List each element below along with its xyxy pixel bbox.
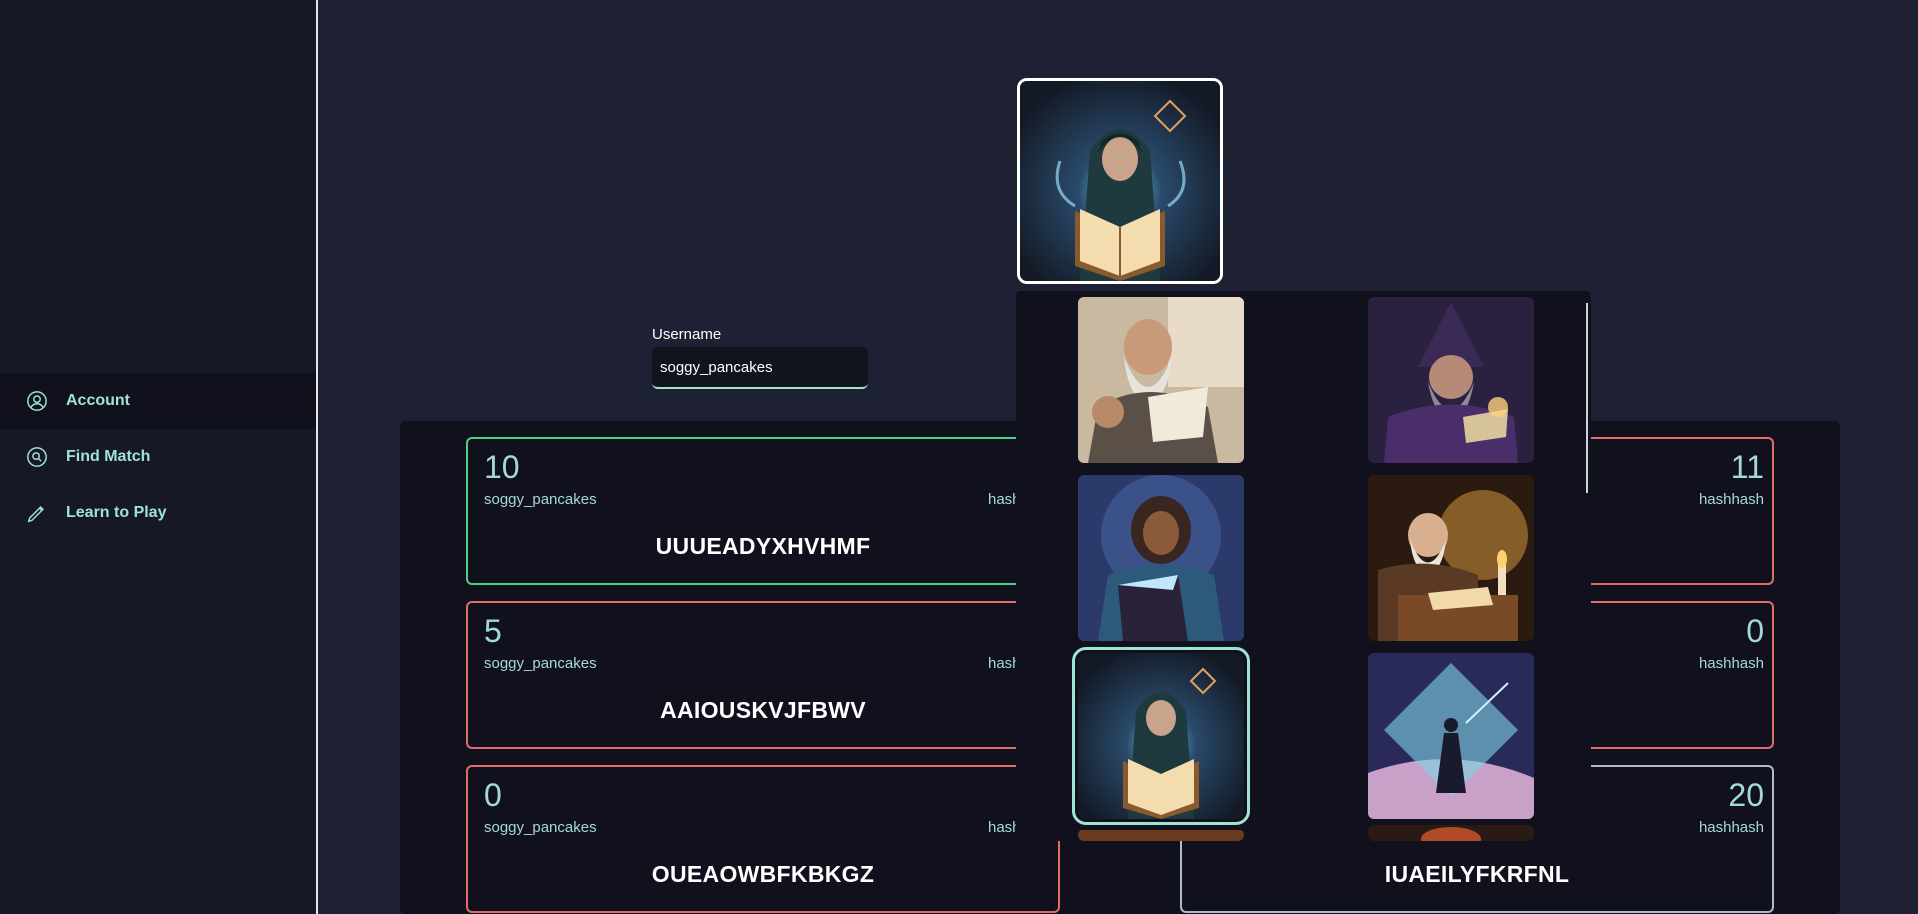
woman-reading-glowing-book-image <box>1078 475 1244 641</box>
avatar-option-partial[interactable] <box>1078 829 1244 841</box>
sidebar-item-label: Find Match <box>66 448 151 465</box>
match-word: OUEAOWBFKBKGZ <box>651 861 875 887</box>
avatar-picker[interactable] <box>1016 291 1591 841</box>
sidebar: Account Find Match Learn to Play <box>0 0 318 914</box>
avatar-option-woman-reader[interactable] <box>1078 475 1244 641</box>
dwarf-reading-scroll-image <box>1078 297 1244 463</box>
sidebar-item-find-match[interactable]: Find Match <box>0 429 316 485</box>
opponent-score: 20 <box>1728 777 1764 813</box>
avatar-option-hooded-mage[interactable] <box>1072 647 1250 825</box>
wizard-reading-book-image <box>1368 297 1534 463</box>
avatar-option-scribe[interactable] <box>1368 475 1534 641</box>
old-man-writing-candlelight-image <box>1368 475 1534 641</box>
player-score: 5 <box>484 613 502 649</box>
opponent-name: hashhash <box>1698 655 1764 672</box>
picker-scrollbar[interactable] <box>1586 303 1588 493</box>
match-word: UUUEADYXHVHMF <box>655 533 871 559</box>
profile-avatar[interactable] <box>1017 78 1223 284</box>
pencil-icon <box>27 506 44 523</box>
username-label: Username <box>652 326 722 343</box>
search-circle-icon <box>27 447 47 467</box>
match-card: 10 soggy_pancakes hash UUUEADYXHVHMF <box>466 437 1060 585</box>
avatar-option-wanderer[interactable] <box>1368 653 1534 819</box>
sidebar-item-learn-to-play[interactable]: Learn to Play <box>0 485 316 541</box>
wanderer-crystal-sky-image <box>1368 653 1534 819</box>
sidebar-item-label: Learn to Play <box>66 504 167 521</box>
player-score: 10 <box>484 449 520 485</box>
sidebar-item-label: Account <box>66 392 130 409</box>
player-name: soggy_pancakes <box>484 819 597 836</box>
hooded-mage-glowing-book-image <box>1078 653 1244 819</box>
match-card: 0 soggy_pancakes hash OUEAOWBFKBKGZ <box>466 765 1060 913</box>
partial-avatar-image <box>1078 830 1244 841</box>
opponent-name: hashhash <box>1698 491 1764 508</box>
player-name: soggy_pancakes <box>484 491 597 508</box>
avatar-option-wizard[interactable] <box>1368 297 1534 463</box>
match-word: AAIOUSKVJFBWV <box>660 697 866 723</box>
hooded-mage-avatar-image <box>1020 81 1220 281</box>
sidebar-item-account[interactable]: Account <box>0 373 316 429</box>
username-input[interactable] <box>652 347 868 389</box>
avatar-option-partial[interactable] <box>1368 825 1534 841</box>
player-name: soggy_pancakes <box>484 655 597 672</box>
partial-avatar-image <box>1368 825 1534 841</box>
match-card: 5 soggy_pancakes hash AAIOUSKVJFBWV <box>466 601 1060 749</box>
match-word: IUAEILYFKRFNL <box>1384 861 1570 887</box>
player-score: 0 <box>484 777 502 813</box>
user-circle-icon <box>27 391 47 411</box>
opponent-score: 0 <box>1746 613 1764 649</box>
avatar-option-dwarf[interactable] <box>1078 297 1244 463</box>
opponent-name: hashhash <box>1698 819 1764 836</box>
opponent-score: 11 <box>1730 449 1764 485</box>
